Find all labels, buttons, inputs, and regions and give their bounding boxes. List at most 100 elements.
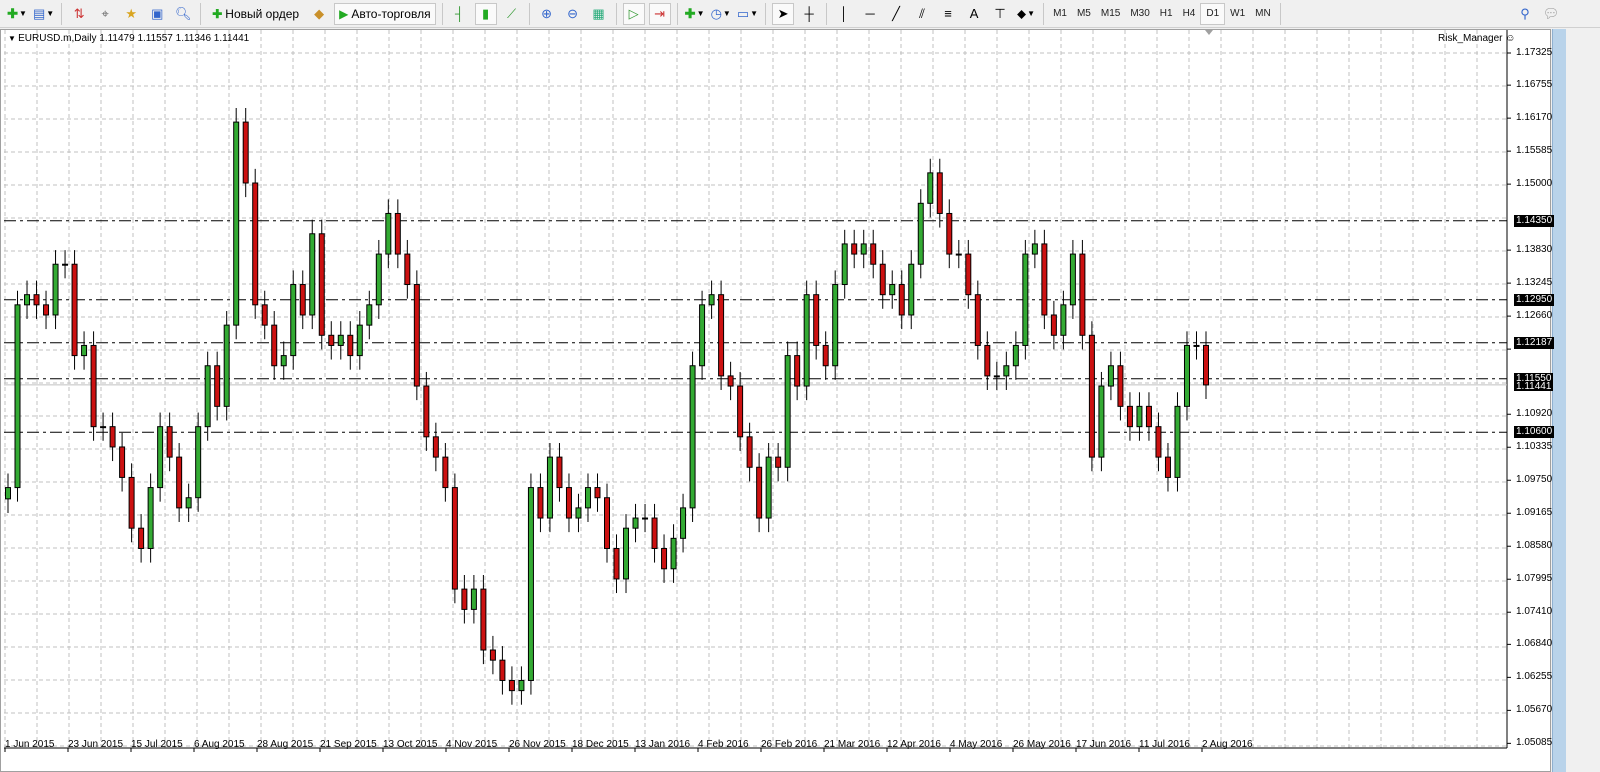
- bull-candle: [1069, 253, 1076, 306]
- bull-candle: [157, 426, 164, 489]
- side-panel-scrollbar[interactable]: [1552, 29, 1566, 772]
- bear-candle: [394, 212, 401, 255]
- bear-candle: [461, 588, 468, 610]
- bear-candle: [166, 426, 173, 458]
- date-tick-label: 4 Feb 2016: [698, 739, 749, 750]
- bear-candle: [43, 304, 50, 316]
- price-tick-label: 1.06840: [1516, 638, 1553, 650]
- bull-candle: [1136, 405, 1143, 428]
- bull-candle: [927, 172, 934, 204]
- date-tick-label: 26 Feb 2016: [761, 739, 818, 750]
- bear-candle: [984, 344, 991, 377]
- bull-candle: [955, 253, 962, 256]
- bear-candle: [613, 547, 620, 580]
- bear-candle: [737, 385, 744, 438]
- bull-candle: [841, 243, 848, 286]
- bear-candle: [404, 253, 411, 286]
- price-tick-label: 1.07410: [1516, 606, 1553, 618]
- bull-candle: [195, 426, 202, 499]
- price-tick-label: 1.15000: [1516, 178, 1553, 190]
- bull-candle: [908, 263, 915, 316]
- bear-candle: [604, 497, 610, 549]
- bull-candle: [62, 263, 69, 266]
- date-tick-label: 26 Nov 2015: [509, 739, 566, 750]
- bear-candle: [756, 466, 763, 519]
- bear-candle: [813, 294, 820, 346]
- smiley-icon: ☺: [1502, 33, 1516, 44]
- bull-candle: [993, 375, 1000, 378]
- price-tick-label: 1.16170: [1516, 112, 1553, 124]
- price-tick-label: 1.06255: [1516, 671, 1553, 683]
- bull-candle: [356, 324, 363, 357]
- price-tick-label: 1.05670: [1516, 704, 1553, 716]
- date-tick-label: 2 Aug 2016: [1202, 739, 1253, 750]
- bear-candle: [556, 456, 563, 489]
- level-price-label: 1.12950: [1514, 293, 1555, 306]
- bull-candle: [1003, 365, 1010, 377]
- price-tick-label: 1.08580: [1516, 540, 1553, 552]
- bear-candle: [138, 527, 145, 549]
- price-tick-label: 1.12660: [1516, 310, 1553, 322]
- bull-candle: [784, 355, 791, 468]
- bull-candle: [204, 365, 211, 428]
- date-tick-label: 12 Apr 2016: [887, 739, 941, 750]
- date-tick-label: 26 May 2016: [1013, 739, 1071, 750]
- bull-candle: [1107, 365, 1114, 387]
- bear-candle: [946, 212, 953, 255]
- bear-candle: [879, 263, 886, 296]
- collapse-triangle-icon[interactable]: ▼: [8, 34, 18, 43]
- bull-candle: [765, 456, 772, 519]
- bear-candle: [318, 233, 325, 336]
- bull-candle: [290, 284, 297, 357]
- bull-candle: [1174, 405, 1181, 478]
- bull-candle: [1098, 385, 1105, 458]
- bear-candle: [1155, 426, 1162, 458]
- bear-candle: [1117, 365, 1124, 407]
- bear-candle: [651, 517, 658, 549]
- bear-candle: [565, 487, 572, 519]
- bear-candle: [898, 284, 905, 316]
- bull-candle: [52, 263, 59, 316]
- bull-candle: [385, 212, 392, 255]
- bear-candle: [90, 344, 97, 428]
- bull-candle: [470, 588, 477, 610]
- bull-candle: [223, 324, 230, 407]
- bull-candle: [889, 284, 896, 296]
- bull-candle: [518, 679, 525, 692]
- price-tick-label: 1.10335: [1516, 441, 1553, 453]
- bull-candle: [689, 365, 696, 509]
- price-tick-label: 1.17325: [1516, 47, 1553, 58]
- bear-candle: [442, 456, 449, 489]
- bull-candle: [309, 233, 316, 316]
- bull-candle: [860, 243, 867, 255]
- bull-candle: [1060, 304, 1067, 336]
- bear-candle: [109, 426, 116, 448]
- bull-candle: [14, 304, 21, 489]
- level-price-label: 1.14350: [1514, 214, 1555, 227]
- date-tick-label: 4 Nov 2015: [446, 739, 498, 750]
- bull-candle: [803, 294, 810, 387]
- price-tick-label: 1.15585: [1516, 145, 1553, 157]
- price-tick-label: 1.10920: [1516, 408, 1553, 420]
- bull-candle: [642, 517, 649, 520]
- date-tick-label: 4 May 2016: [950, 739, 1003, 750]
- bear-candle: [423, 385, 430, 438]
- bull-candle: [623, 527, 630, 580]
- bull-candle: [5, 487, 11, 500]
- bear-candle: [661, 547, 668, 570]
- bear-candle: [718, 294, 725, 377]
- bear-candle: [128, 476, 135, 529]
- expert-advisor-label: Risk_Manager ☺: [1438, 33, 1516, 44]
- bear-candle: [1203, 344, 1209, 386]
- bear-candle: [1041, 243, 1048, 316]
- date-tick-label: 13 Oct 2015: [383, 739, 438, 750]
- bear-candle: [775, 456, 782, 468]
- date-tick-label: 11 Jul 2016: [1139, 739, 1190, 750]
- price-tick-label: 1.09165: [1516, 507, 1553, 519]
- bear-candle: [1079, 253, 1086, 336]
- bear-candle: [794, 355, 801, 387]
- date-tick-label: 13 Jan 2016: [635, 739, 691, 750]
- bear-candle: [489, 649, 496, 661]
- bear-candle: [176, 456, 183, 509]
- bear-candle: [71, 263, 78, 357]
